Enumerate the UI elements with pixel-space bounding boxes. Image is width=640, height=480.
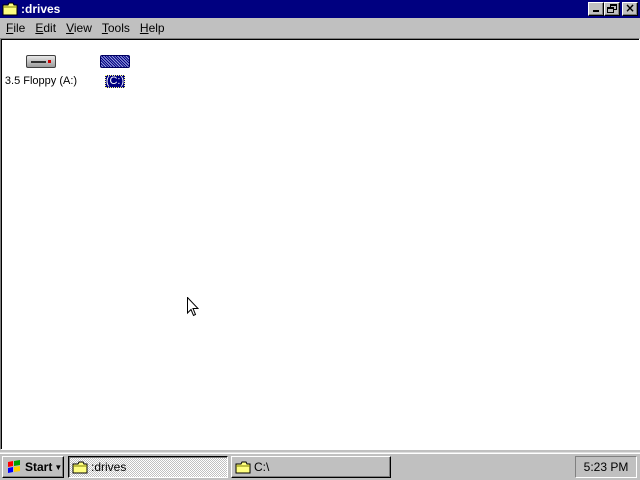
close-button[interactable]: ×: [622, 1, 638, 16]
menu-bar: File Edit View Tools Help: [0, 18, 640, 37]
floppy-drive-icon: [26, 55, 56, 68]
menu-help[interactable]: Help: [135, 21, 170, 35]
drive-label-c: (C:): [104, 75, 126, 88]
taskbar-button-drives[interactable]: :drives: [68, 456, 228, 478]
hard-drive-icon: [100, 55, 130, 68]
menu-edit[interactable]: Edit: [30, 21, 61, 35]
start-label: Start: [25, 460, 53, 474]
drive-label-floppy: 3.5 Floppy (A:): [4, 75, 78, 87]
start-button[interactable]: Start ▼: [2, 456, 64, 478]
window-title: :drives: [21, 2, 61, 16]
drive-item-c[interactable]: (C:): [93, 55, 137, 88]
taskbar-button-c-drive[interactable]: C:\: [231, 456, 391, 478]
minimize-icon: [593, 10, 599, 12]
restore-icon-front: [607, 7, 614, 13]
menu-file[interactable]: File: [1, 21, 30, 35]
system-tray-clock[interactable]: 5:23 PM: [575, 456, 637, 478]
folder-icon: [72, 461, 88, 474]
taskbar: Start ▼ :drives C:\ 5:23 PM: [0, 452, 640, 480]
menu-view[interactable]: View: [61, 21, 97, 35]
mouse-pointer-icon: [187, 297, 199, 317]
folder-icon: [235, 461, 251, 474]
windows-logo-icon: [6, 460, 22, 474]
folder-content-area[interactable]: 3.5 Floppy (A:) (C:): [0, 38, 640, 450]
folder-icon: [2, 2, 18, 16]
restore-button[interactable]: [604, 2, 620, 16]
clock-text: 5:23 PM: [583, 460, 629, 474]
menu-tools[interactable]: Tools: [97, 21, 135, 35]
taskbar-label-drives: :drives: [91, 460, 127, 474]
taskbar-label-c-drive: C:\: [254, 460, 270, 474]
title-bar[interactable]: :drives ×: [0, 0, 640, 18]
caret-down-icon: ▼: [54, 462, 63, 472]
close-icon: ×: [624, 1, 636, 15]
drive-item-floppy[interactable]: 3.5 Floppy (A:): [3, 55, 79, 88]
minimize-button[interactable]: [588, 2, 604, 16]
